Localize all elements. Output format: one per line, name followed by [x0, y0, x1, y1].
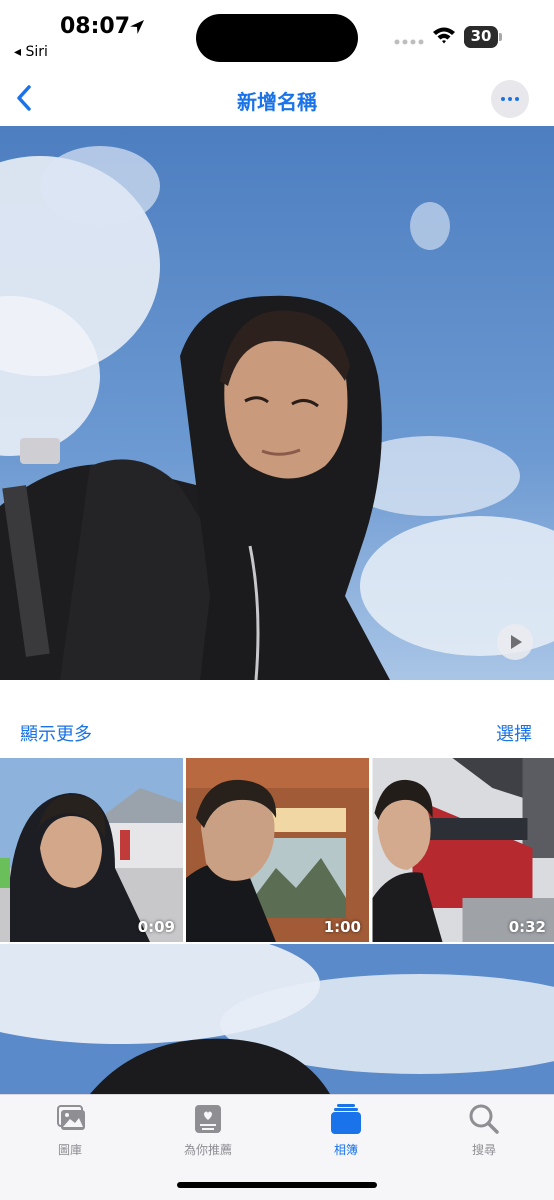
dynamic-island [196, 14, 358, 62]
tab-label: 搜尋 [471, 1143, 496, 1157]
battery-percentage: 30 [470, 27, 492, 45]
play-icon [511, 635, 522, 649]
navigation-bar: 新增名稱 [0, 72, 554, 126]
play-button[interactable] [497, 624, 533, 660]
wifi-icon [433, 27, 455, 44]
tab-label: 相簿 [333, 1143, 358, 1157]
show-more-link[interactable]: 顯示更多 [20, 720, 92, 746]
cellular-signal-icon [394, 39, 424, 45]
video-duration: 0:09 [137, 918, 175, 936]
video-thumbnail-grid: 0:09 1:00 0:32 [0, 758, 554, 942]
more-options-button[interactable] [491, 80, 529, 118]
next-video-image [0, 944, 554, 1094]
tab-for-you[interactable]: 為你推薦 [158, 1101, 258, 1165]
status-bar: 08:07 ◂ Siri 30 [0, 0, 554, 70]
status-time: 08:07 [60, 14, 131, 39]
tab-library[interactable]: 圖庫 [20, 1101, 120, 1165]
photo-library-icon [57, 1105, 85, 1130]
tab-search[interactable]: 搜尋 [434, 1101, 534, 1165]
video-thumbnail[interactable]: 1:00 [186, 758, 369, 942]
location-arrow-icon [130, 20, 144, 34]
video-thumbnail[interactable]: 0:32 [372, 758, 554, 942]
section-header: 顯示更多 選擇 [0, 716, 554, 748]
search-icon [469, 1104, 499, 1134]
video-duration: 1:00 [323, 918, 361, 936]
more-dot-icon [501, 97, 505, 101]
page-title[interactable]: 新增名稱 [0, 86, 554, 115]
video-duration: 0:32 [508, 918, 546, 936]
thumbnail-image [0, 758, 183, 942]
tab-albums[interactable]: 相簿 [296, 1101, 396, 1165]
tab-label: 圖庫 [57, 1143, 82, 1157]
photos-album-page: 08:07 ◂ Siri 30 新增名稱 顯示更多 選擇 0:09 1:00 0… [0, 0, 554, 1200]
key-video-preview[interactable] [0, 126, 554, 680]
thumbnail-image [372, 758, 554, 942]
for-you-icon [195, 1105, 221, 1133]
back-to-app-link[interactable]: ◂ Siri [14, 44, 48, 60]
tab-label: 為你推薦 [183, 1143, 232, 1157]
next-video-preview[interactable] [0, 944, 554, 1094]
video-thumbnail[interactable]: 0:09 [0, 758, 183, 942]
hero-selfie-image [0, 126, 554, 680]
select-button[interactable]: 選擇 [496, 720, 532, 746]
albums-icon [331, 1104, 361, 1134]
more-dot-icon [515, 97, 519, 101]
more-dot-icon [508, 97, 512, 101]
home-indicator [177, 1182, 377, 1188]
thumbnail-image [186, 758, 369, 942]
battery-indicator: 30 [464, 26, 504, 48]
battery-cap [499, 33, 502, 41]
